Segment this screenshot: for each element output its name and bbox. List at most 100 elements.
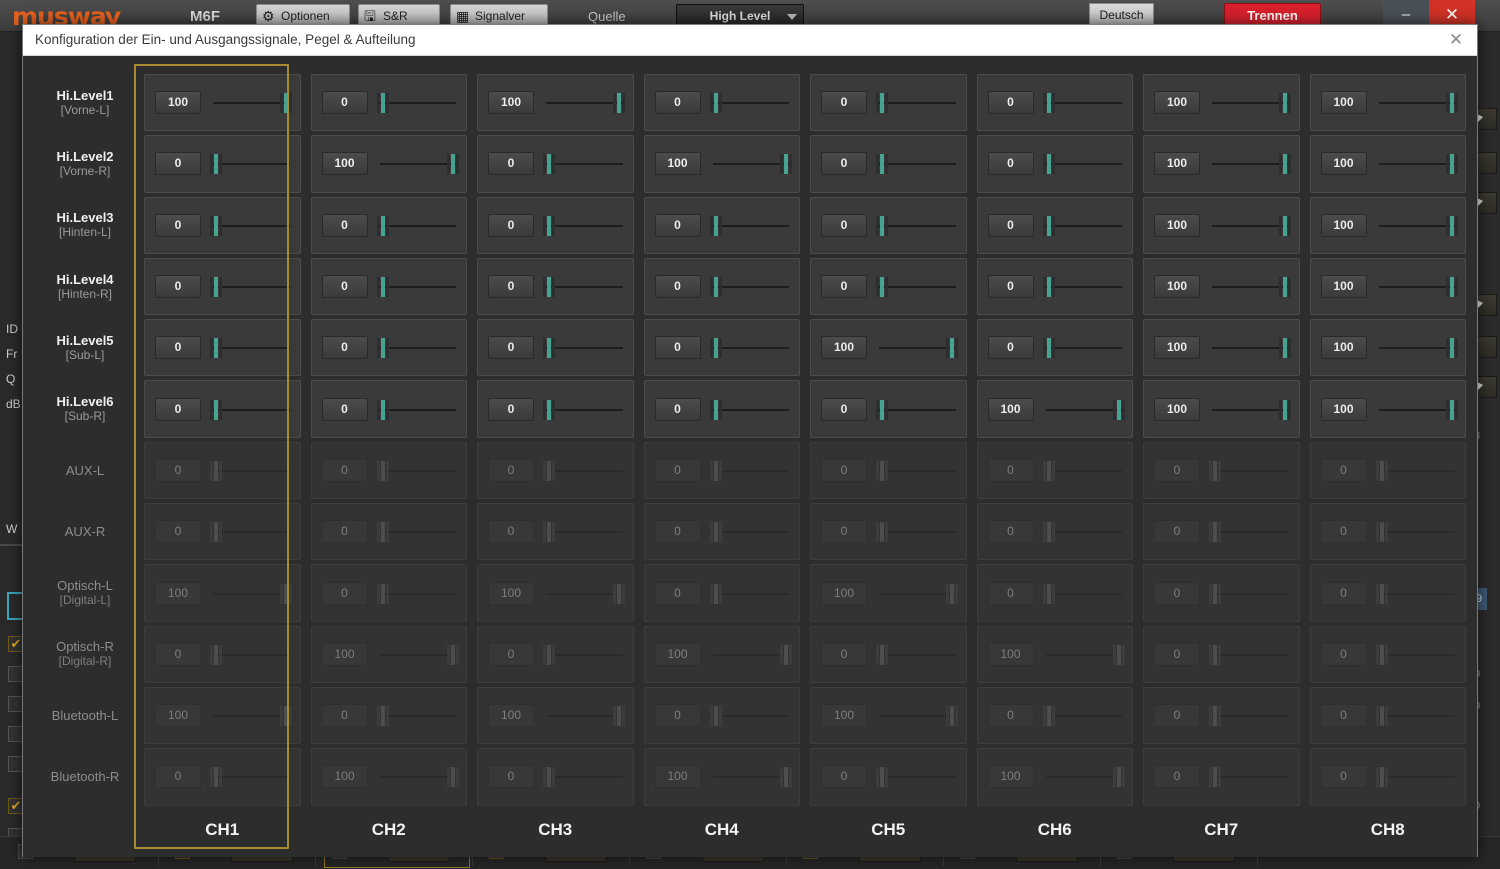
slider-handle[interactable]	[709, 460, 722, 481]
level-value-input[interactable]: 0	[821, 397, 867, 421]
slider-handle[interactable]	[946, 706, 959, 727]
mix-cell-ch6-r1[interactable]: 0	[976, 74, 1133, 132]
slider-handle[interactable]	[709, 277, 722, 298]
slider-handle[interactable]	[376, 399, 389, 420]
slider-handle[interactable]	[376, 338, 389, 359]
level-slider[interactable]	[210, 275, 290, 298]
level-value-input[interactable]: 100	[821, 704, 867, 728]
level-slider[interactable]	[1375, 459, 1455, 482]
level-slider[interactable]	[709, 520, 789, 543]
slider-handle[interactable]	[779, 154, 792, 175]
level-slider[interactable]	[543, 152, 623, 175]
slider-handle[interactable]	[1042, 460, 1055, 481]
level-value-input[interactable]: 0	[1320, 520, 1367, 544]
level-slider[interactable]	[1212, 91, 1292, 114]
mix-cell-ch4-r6[interactable]: 0	[643, 380, 800, 438]
level-slider[interactable]	[1375, 520, 1455, 543]
level-value-input[interactable]: 100	[1154, 213, 1200, 237]
level-slider[interactable]	[1375, 704, 1455, 727]
mix-cell-ch3-r3[interactable]: 0	[477, 196, 634, 254]
level-value-input[interactable]: 0	[987, 91, 1034, 115]
column-header-ch6[interactable]: CH6	[972, 808, 1139, 854]
level-value-input[interactable]: 100	[155, 704, 201, 728]
level-slider[interactable]	[1209, 704, 1289, 727]
slider-handle[interactable]	[210, 277, 223, 298]
mix-cell-ch4-r11[interactable]: 0	[643, 686, 800, 745]
mix-cell-ch5-r1[interactable]: 0	[810, 74, 967, 132]
mix-cell-ch2-r10[interactable]: 100	[310, 625, 467, 683]
mix-cell-ch1-r2[interactable]: 0	[144, 135, 301, 193]
level-value-input[interactable]: 0	[321, 520, 368, 544]
level-slider[interactable]	[709, 582, 789, 605]
level-value-input[interactable]: 100	[488, 91, 534, 115]
level-value-input[interactable]: 0	[321, 275, 368, 299]
level-value-input[interactable]: 0	[488, 520, 534, 544]
slider-handle[interactable]	[376, 522, 389, 543]
level-slider[interactable]	[210, 336, 290, 359]
mix-cell-ch6-r12[interactable]: 100	[976, 748, 1133, 806]
slider-handle[interactable]	[1042, 154, 1055, 175]
level-slider[interactable]	[543, 275, 623, 298]
mix-cell-ch4-r12[interactable]: 100	[643, 748, 800, 806]
mix-cell-ch5-r12[interactable]: 0	[810, 748, 967, 806]
level-slider[interactable]	[210, 214, 290, 237]
level-slider[interactable]	[213, 582, 293, 605]
level-value-input[interactable]: 100	[321, 152, 368, 176]
level-slider[interactable]	[709, 398, 789, 421]
level-value-input[interactable]: 0	[488, 336, 534, 360]
level-value-input[interactable]: 100	[1320, 152, 1367, 176]
level-value-input[interactable]: 0	[488, 275, 534, 299]
mix-cell-ch8-r1[interactable]: 100	[1309, 74, 1466, 132]
mix-cell-ch6-r8[interactable]: 0	[976, 503, 1133, 561]
level-slider[interactable]	[1212, 336, 1292, 359]
slider-handle[interactable]	[210, 767, 223, 788]
slider-handle[interactable]	[709, 706, 722, 727]
column-header-ch3[interactable]: CH3	[472, 808, 639, 854]
mix-cell-ch6-r11[interactable]: 0	[976, 686, 1133, 745]
slider-handle[interactable]	[876, 93, 889, 114]
level-slider[interactable]	[879, 582, 959, 605]
level-value-input[interactable]: 0	[987, 213, 1034, 237]
level-value-input[interactable]: 0	[321, 397, 368, 421]
level-value-input[interactable]: 0	[987, 704, 1034, 728]
level-value-input[interactable]: 100	[654, 765, 701, 789]
level-slider[interactable]	[1045, 765, 1125, 788]
slider-handle[interactable]	[1279, 277, 1292, 298]
level-slider[interactable]	[1375, 765, 1455, 788]
mix-cell-ch2-r8[interactable]: 0	[310, 503, 467, 561]
slider-handle[interactable]	[1209, 706, 1222, 727]
level-value-input[interactable]: 100	[1154, 275, 1200, 299]
slider-handle[interactable]	[543, 277, 556, 298]
slider-handle[interactable]	[946, 338, 959, 359]
slider-handle[interactable]	[876, 522, 889, 543]
slider-handle[interactable]	[376, 93, 389, 114]
level-slider[interactable]	[709, 704, 789, 727]
mix-cell-ch6-r2[interactable]: 0	[976, 135, 1133, 193]
slider-handle[interactable]	[376, 583, 389, 604]
column-header-ch2[interactable]: CH2	[306, 808, 473, 854]
mix-cell-ch8-r12[interactable]: 0	[1309, 748, 1466, 806]
level-value-input[interactable]: 0	[821, 91, 867, 115]
mix-cell-ch8-r9[interactable]: 0	[1309, 564, 1466, 622]
level-value-input[interactable]: 100	[1154, 397, 1200, 421]
level-value-input[interactable]: 0	[1320, 642, 1367, 666]
level-value-input[interactable]: 0	[1320, 765, 1367, 789]
mix-cell-ch7-r12[interactable]: 0	[1143, 748, 1300, 806]
level-slider[interactable]	[712, 643, 792, 666]
slider-handle[interactable]	[709, 93, 722, 114]
level-value-input[interactable]: 0	[1154, 704, 1200, 728]
level-slider[interactable]	[1209, 643, 1289, 666]
level-value-input[interactable]: 0	[321, 704, 368, 728]
level-slider[interactable]	[1042, 275, 1122, 298]
slider-handle[interactable]	[876, 644, 889, 665]
slider-handle[interactable]	[543, 399, 556, 420]
level-value-input[interactable]: 0	[488, 213, 534, 237]
level-slider[interactable]	[876, 275, 956, 298]
slider-handle[interactable]	[1209, 767, 1222, 788]
mix-cell-ch1-r9[interactable]: 100	[144, 564, 301, 622]
mix-cell-ch8-r5[interactable]: 100	[1309, 319, 1466, 377]
level-value-input[interactable]: 100	[1320, 91, 1367, 115]
mix-cell-ch2-r1[interactable]: 0	[310, 74, 467, 132]
level-value-input[interactable]: 0	[321, 213, 368, 237]
slider-handle[interactable]	[779, 644, 792, 665]
